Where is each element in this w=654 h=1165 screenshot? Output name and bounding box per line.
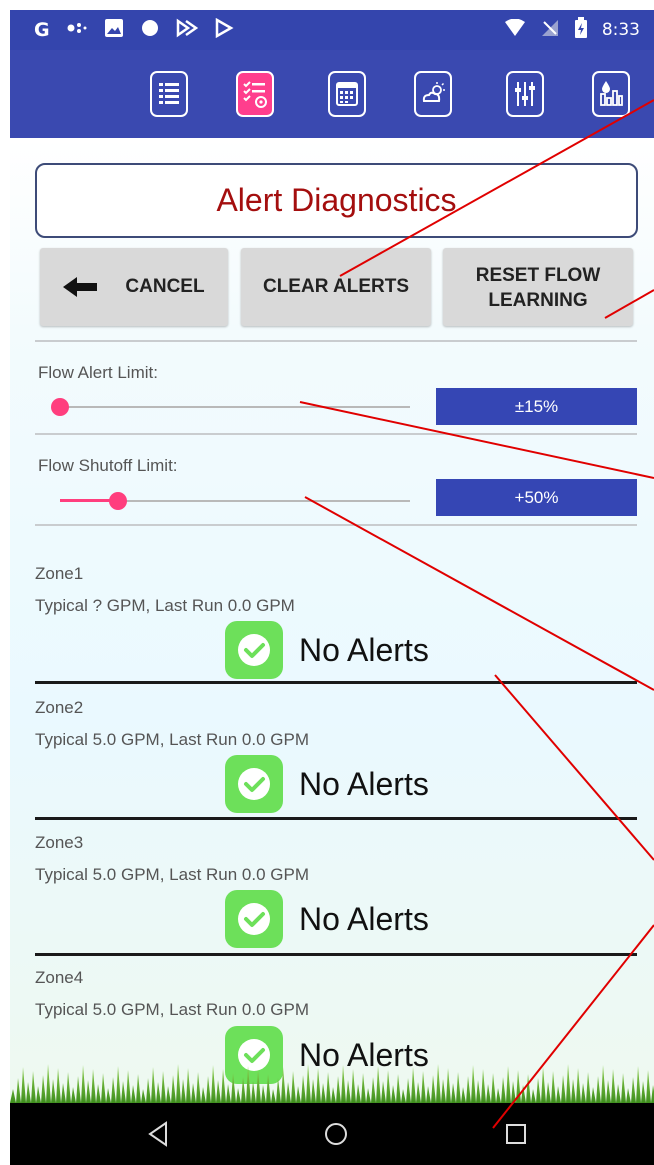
zone-separator <box>35 953 637 956</box>
flow-shutoff-label: Flow Shutoff Limit: <box>38 456 178 475</box>
divider <box>35 524 637 526</box>
zone-typical-flow: Typical 5.0 GPM, Last Run 0.0 GPM <box>35 1000 310 1019</box>
circle-icon <box>140 18 160 43</box>
zone-alert-status: No Alerts <box>225 890 429 948</box>
cast-icon <box>176 18 198 43</box>
check-circle-icon <box>225 755 283 813</box>
alert-status-text: No Alerts <box>299 631 429 668</box>
calendar-icon[interactable] <box>328 71 366 117</box>
status-time: 8:33 <box>601 20 640 40</box>
navigation-bar <box>10 1103 654 1165</box>
reset-flow-line2: LEARNING <box>488 290 588 311</box>
flow-shutoff-value: +50% <box>436 479 637 516</box>
alert-status-text: No Alerts <box>299 900 429 937</box>
zone-name: Zone2 <box>35 698 84 717</box>
reset-flow-line1: RESET FLOW <box>475 265 601 286</box>
zone-typical-flow: Typical ? GPM, Last Run 0.0 GPM <box>35 596 295 615</box>
home-icon[interactable] <box>319 1117 353 1151</box>
flow-alert-value: ±15% <box>436 388 637 425</box>
reset-flow-label: RESET FLOW LEARNING <box>476 263 601 313</box>
play-store-icon <box>214 17 234 43</box>
image-icon <box>104 18 124 43</box>
battery-charging-icon <box>574 16 588 44</box>
zone-typical-flow: Typical 5.0 GPM, Last Run 0.0 GPM <box>35 730 310 749</box>
google-g-icon: G <box>34 19 50 41</box>
list-icon[interactable] <box>150 71 188 117</box>
weather-icon[interactable] <box>414 71 452 117</box>
zone-name: Zone4 <box>35 968 84 987</box>
zone-alert-status: No Alerts <box>225 755 429 813</box>
divider <box>35 433 637 435</box>
clear-alerts-button[interactable]: CLEAR ALERTS <box>241 248 431 326</box>
top-toolbar <box>10 50 654 138</box>
check-circle-icon <box>225 890 283 948</box>
divider <box>35 340 637 342</box>
status-left-icons: G <box>34 17 234 43</box>
flow-alert-label: Flow Alert Limit: <box>38 363 158 382</box>
status-bar: G 8:33 <box>10 10 654 50</box>
grass-decoration <box>10 1064 654 1103</box>
page-title: Alert Diagnostics <box>35 163 638 238</box>
dots-icon <box>66 19 88 42</box>
zone-name: Zone3 <box>35 833 84 852</box>
reset-flow-learning-button[interactable]: RESET FLOW LEARNING <box>443 248 633 326</box>
wifi-icon <box>504 18 526 42</box>
flow-shutoff-slider-thumb[interactable] <box>109 492 127 510</box>
cancel-button-label: CANCEL <box>125 276 205 297</box>
zone-typical-flow: Typical 5.0 GPM, Last Run 0.0 GPM <box>35 865 310 884</box>
flow-alert-slider-track[interactable] <box>60 406 410 408</box>
alert-status-text: No Alerts <box>299 765 429 802</box>
flow-alert-slider-thumb[interactable] <box>51 398 69 416</box>
arrow-left-icon <box>63 277 103 297</box>
cancel-button[interactable]: CANCEL <box>40 248 228 326</box>
back-icon[interactable] <box>142 1117 176 1151</box>
zone-separator <box>35 817 637 820</box>
recents-icon[interactable] <box>499 1117 533 1151</box>
sliders-icon[interactable] <box>506 71 544 117</box>
water-chart-icon[interactable] <box>592 71 630 117</box>
no-signal-icon <box>540 18 560 43</box>
check-circle-icon <box>225 621 283 679</box>
clear-alerts-label: CLEAR ALERTS <box>262 276 410 297</box>
checklist-settings-icon[interactable] <box>236 71 274 117</box>
status-right-icons: 8:33 <box>504 16 640 44</box>
zone-name: Zone1 <box>35 564 84 583</box>
main-content: Alert Diagnostics CANCEL CLEAR ALERTS RE… <box>10 138 654 1103</box>
zone-separator <box>35 681 637 684</box>
zone-alert-status: No Alerts <box>225 621 429 679</box>
